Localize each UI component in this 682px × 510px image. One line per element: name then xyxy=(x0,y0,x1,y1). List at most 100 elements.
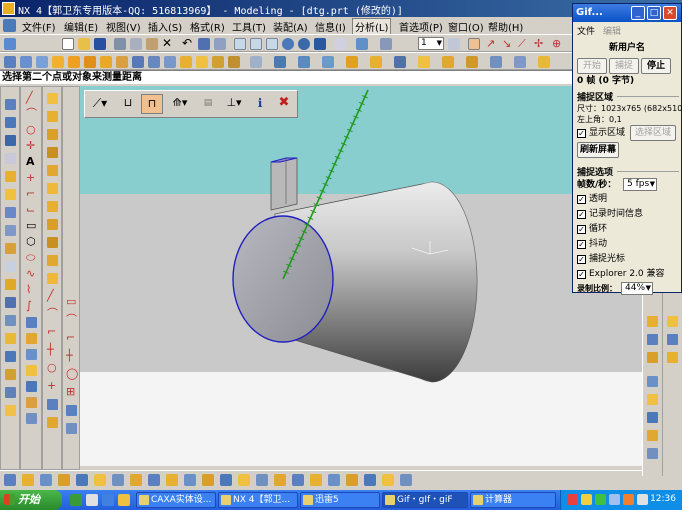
revolve-icon[interactable] xyxy=(36,56,48,68)
project-curve-icon[interactable] xyxy=(26,349,37,360)
new-file-icon[interactable] xyxy=(62,38,74,50)
option-record-time[interactable]: ✓ 记录时间信息 xyxy=(577,208,643,220)
edit-object-icon[interactable] xyxy=(198,38,210,50)
bottom-tool-4-icon[interactable] xyxy=(58,474,70,486)
right-tool-8-icon[interactable] xyxy=(647,448,658,459)
bottom-tool-21-icon[interactable] xyxy=(364,474,376,486)
hole-icon[interactable] xyxy=(116,56,128,68)
resource-template-icon[interactable] xyxy=(5,333,16,344)
right2-tool-2-icon[interactable] xyxy=(667,334,678,345)
bottom-tool-7-icon[interactable] xyxy=(112,474,124,486)
right2-tool-1-icon[interactable] xyxy=(667,316,678,327)
capture-button[interactable]: 捕捉 xyxy=(609,58,639,74)
resource-history-icon[interactable] xyxy=(5,135,16,146)
sphere-icon[interactable] xyxy=(100,56,112,68)
resource-web-icon[interactable] xyxy=(5,153,16,164)
right-tool-2-icon[interactable] xyxy=(647,334,658,345)
task-thunder[interactable]: 迅雷5 xyxy=(300,492,380,508)
sketch-arc-icon[interactable]: ⌒ xyxy=(47,308,58,320)
view-orient-icon[interactable] xyxy=(334,38,346,50)
chamfer-icon[interactable] xyxy=(274,56,286,68)
bottom-tool-8-icon[interactable] xyxy=(130,474,142,486)
unite-icon[interactable] xyxy=(212,56,224,68)
select-area-button[interactable]: 选择区域 xyxy=(630,125,676,141)
maximize-icon[interactable]: □ xyxy=(647,6,661,20)
text-icon[interactable]: A xyxy=(26,156,37,168)
ellipse-icon[interactable]: ⬭ xyxy=(26,252,37,264)
resource-library-icon[interactable] xyxy=(5,171,16,182)
sketch-profile-icon[interactable]: ⌐ xyxy=(47,326,58,338)
open-folder-icon[interactable] xyxy=(78,38,90,50)
trim-corner-icon[interactable] xyxy=(47,129,58,140)
resource-part-icon[interactable] xyxy=(5,117,16,128)
quicklaunch-folder-icon[interactable] xyxy=(118,494,130,506)
menu-info[interactable]: 信息(I) xyxy=(313,19,348,34)
perspective-icon[interactable] xyxy=(314,38,326,50)
chamfer-curve-icon[interactable]: ⌙ xyxy=(26,204,37,216)
resource-layout-icon[interactable] xyxy=(5,315,16,326)
task-calculator[interactable]: 计算器 xyxy=(470,492,556,508)
tray-display-icon[interactable] xyxy=(637,494,648,505)
arc-length-icon[interactable] xyxy=(47,201,58,212)
rectangle-icon[interactable]: ▭ xyxy=(26,220,37,232)
fps-select[interactable]: 5 fps ▼ xyxy=(623,178,657,191)
option-transparent[interactable]: ✓ 透明 xyxy=(577,193,607,205)
menu-analysis[interactable]: 分析(L) xyxy=(352,18,392,35)
trim-body-icon[interactable] xyxy=(394,56,406,68)
offset-curve-icon[interactable] xyxy=(26,317,37,328)
option-dither[interactable]: ✓ 抖动 xyxy=(577,238,607,250)
sketch-ellipse-icon[interactable]: ◯ xyxy=(66,368,78,380)
right-tool-3-icon[interactable] xyxy=(647,352,658,363)
graphics-viewport[interactable] xyxy=(80,86,642,466)
resource-system-icon[interactable] xyxy=(5,225,16,236)
snap-end-icon[interactable]: ↘ xyxy=(502,38,514,50)
menu-format[interactable]: 格式(R) xyxy=(188,19,227,34)
info-icon[interactable]: ℹ xyxy=(249,94,271,114)
zoom-in-out-icon[interactable] xyxy=(266,38,278,50)
menu-window[interactable]: 窗口(O) xyxy=(446,19,486,34)
section-curve-icon[interactable] xyxy=(26,381,37,392)
bridge-curve-icon[interactable] xyxy=(26,333,37,344)
intersect-curve-icon[interactable] xyxy=(26,365,37,376)
trim-curve-icon[interactable] xyxy=(47,111,58,122)
snap-csys-icon[interactable]: ⊥▾ xyxy=(223,94,245,114)
edit-knot-icon[interactable] xyxy=(47,273,58,284)
resource-roles-icon[interactable] xyxy=(5,207,16,218)
zoom-icon[interactable] xyxy=(250,38,262,50)
fillet-curve-icon[interactable]: ⌐ xyxy=(26,188,37,200)
bottom-tool-2-icon[interactable] xyxy=(22,474,34,486)
draft-icon[interactable] xyxy=(322,56,334,68)
sketch-circle-icon[interactable]: ○ xyxy=(47,362,58,374)
groove-icon[interactable] xyxy=(196,56,208,68)
cylinder-icon[interactable] xyxy=(68,56,80,68)
display-mode-icon[interactable] xyxy=(380,38,392,50)
tray-input-icon[interactable] xyxy=(623,494,634,505)
bottom-tool-9-icon[interactable] xyxy=(148,474,160,486)
edit-curve-param-icon[interactable] xyxy=(47,237,58,248)
right-tool-1-icon[interactable] xyxy=(647,316,658,327)
cylinder-boss[interactable] xyxy=(270,157,298,211)
split-body-icon[interactable] xyxy=(418,56,430,68)
bottom-tool-23-icon[interactable] xyxy=(400,474,412,486)
divide-curve-icon[interactable] xyxy=(47,147,58,158)
menu-assembly[interactable]: 装配(A) xyxy=(271,19,310,34)
delete-icon[interactable]: ✕ xyxy=(162,37,174,50)
sketch-view-icon[interactable] xyxy=(66,423,77,434)
close-window-icon[interactable]: ✕ xyxy=(663,6,677,20)
fit-view-icon[interactable] xyxy=(234,38,246,50)
tray-antivirus-icon[interactable] xyxy=(567,494,578,505)
pad-icon[interactable] xyxy=(164,56,176,68)
blend-icon[interactable] xyxy=(250,56,262,68)
bottom-tool-19-icon[interactable] xyxy=(328,474,340,486)
snap-infer-icon[interactable]: ⟋▾ xyxy=(89,94,111,114)
edit-degree-icon[interactable] xyxy=(47,255,58,266)
option-capture-cursor[interactable]: ✓ 捕捉光标 xyxy=(577,253,625,265)
option-loop[interactable]: ✓ 循环 xyxy=(577,223,607,235)
resource-browser-icon[interactable] xyxy=(5,261,16,272)
law-curve-icon[interactable]: ∫ xyxy=(26,300,37,312)
option-explorer-compat[interactable]: ✓ Explorer 2.0 兼容 xyxy=(577,268,665,280)
sketch-offset-icon[interactable]: ┼ xyxy=(66,350,77,362)
point-set-icon[interactable]: + xyxy=(26,172,37,184)
resource-visual-icon[interactable] xyxy=(5,369,16,380)
bottom-tool-16-icon[interactable] xyxy=(274,474,286,486)
